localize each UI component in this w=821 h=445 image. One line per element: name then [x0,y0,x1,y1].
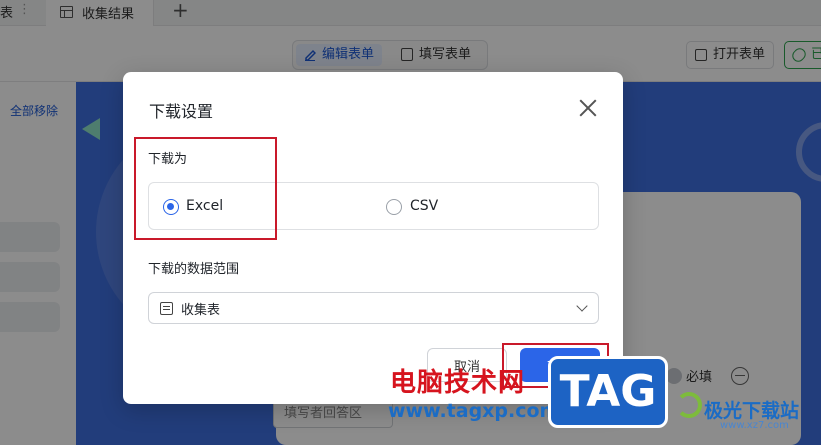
range-label: 下载的数据范围 [148,262,240,277]
close-icon[interactable] [578,98,598,118]
radio-csv-label[interactable]: CSV [410,198,438,214]
table-icon [160,302,173,315]
watermark-logo-icon [676,392,702,418]
dialog-title: 下载设置 [149,102,214,121]
watermark-site: 极光下载站 [704,400,800,422]
range-select-value: 收集表 [181,303,221,318]
watermark-logo: TAG [548,356,668,428]
range-select[interactable]: 收集表 [148,292,599,324]
chevron-down-icon [576,300,588,312]
radio-csv[interactable] [386,199,402,215]
watermark-site-url: www.xz7.com [720,420,789,431]
watermark-text: 电脑技术网 [390,368,526,398]
watermark-url: www.tagxp.com [388,400,560,422]
highlight-box [134,137,277,240]
